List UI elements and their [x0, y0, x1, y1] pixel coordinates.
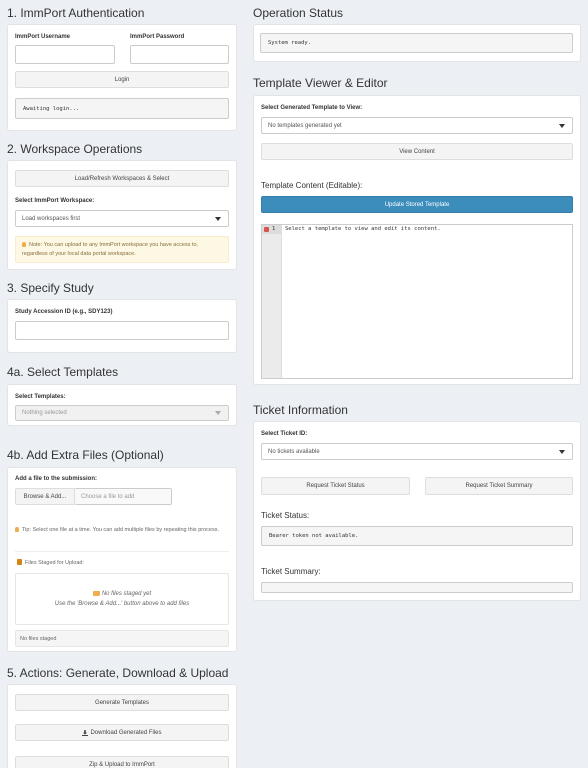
password-label: ImmPort Password	[130, 34, 185, 40]
error-icon	[264, 227, 269, 232]
file-tip-text: Tip: Select one file at a time. You can …	[22, 527, 219, 533]
chevron-down-icon	[559, 123, 565, 128]
study-id-input[interactable]	[15, 321, 229, 340]
viewer-panel: Select Generated Template to View: No te…	[253, 95, 581, 385]
ticket-section-title: Ticket Information	[253, 403, 348, 417]
password-input[interactable]	[130, 45, 229, 64]
operation-status-output: System ready.	[260, 33, 573, 53]
files-panel: Add a file to the submission: Browse & A…	[7, 467, 237, 652]
auth-status-output: Awaiting login...	[15, 98, 229, 119]
chevron-down-icon	[215, 411, 221, 415]
workspace-select-value: Load workspaces first	[22, 215, 81, 222]
templates-label: Select Templates:	[15, 394, 66, 400]
operation-section-title: Operation Status	[253, 6, 344, 20]
line-number: 1	[272, 226, 276, 232]
ticket-select-value: No tickets available	[268, 448, 320, 455]
workspace-section-title: 2. Workspace Operations	[7, 142, 143, 156]
study-id-label: Study Accession ID (e.g., SDY123)	[15, 309, 113, 315]
empty-title: No files staged yet	[16, 591, 228, 597]
operation-panel: System ready.	[253, 24, 581, 62]
actions-section-title: 5. Actions: Generate, Download & Upload	[7, 666, 229, 680]
zip-upload-button[interactable]: Zip & Upload to ImmPort	[15, 756, 229, 768]
load-workspaces-button[interactable]: Load/Refresh Workspaces & Select	[15, 170, 229, 187]
ticket-status-output: Bearer token not available.	[261, 526, 573, 546]
viewer-select-value: No templates generated yet	[268, 122, 342, 129]
request-ticket-status-button[interactable]: Request Ticket Status	[261, 477, 410, 495]
file-tip: Tip: Select one file at a time. You can …	[15, 526, 229, 535]
view-content-button[interactable]: View Content	[261, 143, 573, 160]
template-editor[interactable]: 1 Select a template to view and edit its…	[261, 224, 573, 379]
file-name-field: Choose a file to add	[75, 488, 172, 505]
update-template-button[interactable]: Update Stored Template	[261, 196, 573, 213]
study-panel: Study Accession ID (e.g., SDY123)	[7, 299, 237, 353]
auth-panel: ImmPort Username ImmPort Password Login …	[7, 24, 237, 131]
ticket-select[interactable]: No tickets available	[261, 443, 573, 460]
content-label: Template Content (Editable):	[261, 181, 363, 190]
browse-add-button[interactable]: Browse & Add...	[15, 488, 75, 505]
templates-select-value: Nothing selected	[22, 410, 67, 416]
empty-hint: Use the 'Browse & Add...' button above t…	[54, 601, 190, 607]
files-section-title: 4b. Add Extra Files (Optional)	[7, 448, 164, 462]
workspace-note: Note: You can upload to any ImmPort work…	[15, 236, 229, 263]
lightbulb-icon	[15, 527, 19, 532]
study-section-title: 3. Specify Study	[7, 281, 94, 295]
staged-files-area: No files staged yet Use the 'Browse & Ad…	[15, 573, 229, 625]
empty-title-text: No files staged yet	[101, 591, 152, 597]
add-file-label: Add a file to the submission:	[15, 476, 98, 482]
folder-icon	[92, 591, 100, 596]
editor-gutter	[262, 225, 282, 378]
workspace-panel: Load/Refresh Workspaces & Select Select …	[7, 160, 237, 270]
workspace-select-label: Select ImmPort Workspace:	[15, 198, 95, 204]
download-icon	[82, 729, 89, 736]
lightbulb-icon	[22, 242, 26, 247]
download-files-label: Download Generated Files	[90, 729, 162, 736]
staged-footer: No files staged	[15, 630, 229, 647]
ticket-summary-label: Ticket Summary:	[261, 567, 321, 576]
staged-label: Files Staged for Upload:	[17, 559, 84, 568]
templates-panel: Select Templates: Nothing selected	[7, 384, 237, 426]
generate-templates-button[interactable]: Generate Templates	[15, 694, 229, 711]
login-button[interactable]: Login	[15, 71, 229, 88]
workspace-note-text: Note: You can upload to any ImmPort work…	[22, 242, 199, 257]
chevron-down-icon	[559, 449, 565, 454]
viewer-template-select[interactable]: No templates generated yet	[261, 117, 573, 134]
download-files-button[interactable]: Download Generated Files	[15, 724, 229, 741]
ticket-panel: Select Ticket ID: No tickets available R…	[253, 421, 581, 601]
templates-select[interactable]: Nothing selected	[15, 405, 229, 421]
workspace-select[interactable]: Load workspaces first	[15, 210, 229, 227]
editor-text: Select a template to view and edit its c…	[285, 226, 441, 232]
actions-panel: Generate Templates Download Generated Fi…	[7, 684, 237, 768]
ticket-status-label: Ticket Status:	[261, 511, 310, 520]
viewer-section-title: Template Viewer & Editor	[253, 76, 388, 90]
chevron-down-icon	[215, 216, 221, 221]
divider	[15, 551, 229, 552]
staged-label-text: Files Staged for Upload:	[25, 560, 85, 566]
request-ticket-summary-button[interactable]: Request Ticket Summary	[425, 477, 573, 495]
auth-section-title: 1. ImmPort Authentication	[7, 6, 145, 20]
templates-section-title: 4a. Select Templates	[7, 365, 119, 379]
ticket-select-label: Select Ticket ID:	[261, 431, 308, 437]
ticket-summary-output	[261, 582, 573, 593]
username-input[interactable]	[15, 45, 115, 64]
file-icon	[17, 559, 22, 565]
viewer-select-label: Select Generated Template to View:	[261, 105, 363, 111]
username-label: ImmPort Username	[15, 34, 71, 40]
